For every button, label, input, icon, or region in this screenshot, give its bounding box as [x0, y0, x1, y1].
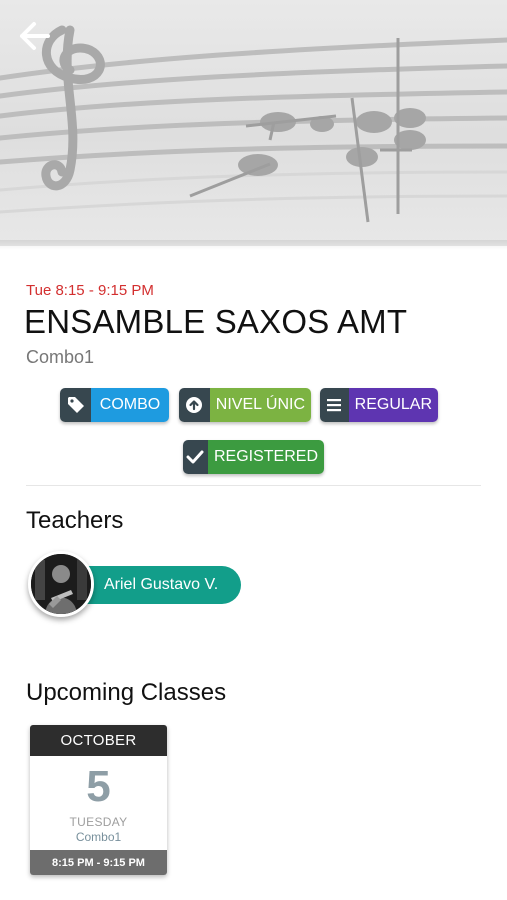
course-subtitle: Combo1: [26, 347, 95, 367]
arrow-left-icon: [20, 22, 50, 50]
tag-combo[interactable]: COMBO: [60, 388, 169, 422]
upcoming-class-card[interactable]: OCTOBER 5 TUESDAY Combo1 8:15 PM - 9:15 …: [30, 725, 167, 875]
section-divider: [26, 485, 481, 486]
tag-label: NIVEL ÚNIC: [209, 388, 311, 422]
tag-level[interactable]: NIVEL ÚNIC: [179, 388, 311, 422]
tag-label: COMBO: [91, 388, 169, 422]
teacher-avatar-photo: [31, 554, 91, 614]
header-banner: [0, 0, 507, 246]
class-month: OCTOBER: [30, 725, 167, 756]
class-weekday: TUESDAY: [69, 815, 128, 829]
arrow-up-circle-icon: [179, 388, 210, 422]
list-icon: [320, 388, 349, 422]
teachers-heading: Teachers: [26, 507, 124, 534]
tag-label: REGULAR: [348, 388, 438, 422]
music-staff-illustration: [0, 25, 507, 223]
class-time: 8:15 PM - 9:15 PM: [30, 850, 167, 875]
back-button[interactable]: [18, 20, 54, 52]
class-day: 5: [86, 762, 111, 811]
page-title: ENSAMBLE SAXOS AMT: [24, 303, 408, 340]
class-name: Combo1: [75, 830, 122, 844]
class-schedule: Tue 8:15 - 9:15 PM: [26, 282, 154, 299]
tag-regular[interactable]: REGULAR: [320, 388, 438, 422]
header-shadow: [0, 240, 507, 250]
tag-icon: [60, 388, 91, 422]
tag-label: REGISTERED: [207, 440, 324, 474]
avatar[interactable]: [28, 551, 94, 617]
tag-registered[interactable]: REGISTERED: [183, 440, 324, 474]
upcoming-classes-heading: Upcoming Classes: [26, 679, 227, 706]
teacher-name: Ariel Gustavo V.: [104, 576, 219, 593]
check-icon: [183, 440, 208, 474]
